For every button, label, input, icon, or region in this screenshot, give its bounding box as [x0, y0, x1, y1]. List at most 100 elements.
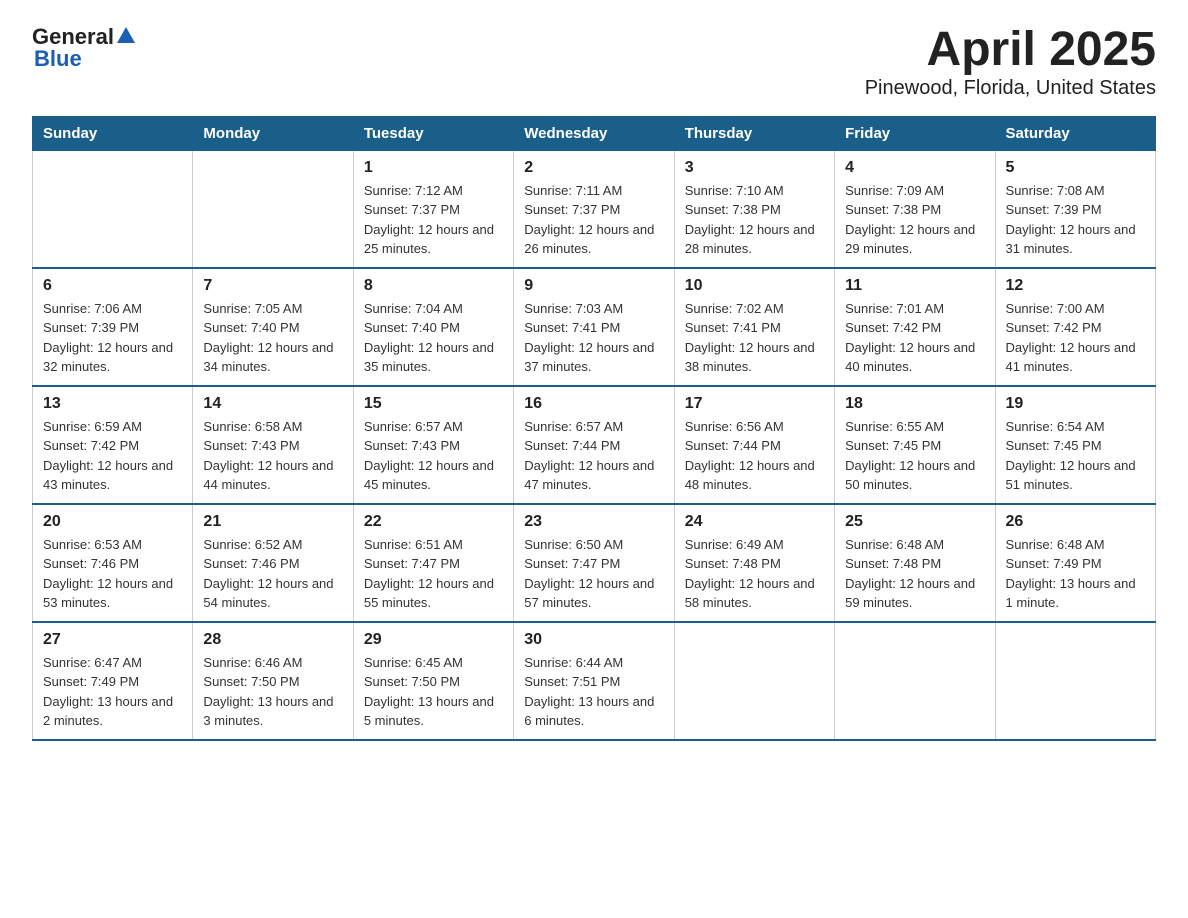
calendar-cell: 9 Sunrise: 7:03 AMSunset: 7:41 PMDaylight… — [514, 268, 674, 386]
page-header: General Blue April 2025 Pinewood, Florid… — [32, 24, 1156, 100]
calendar-cell — [193, 150, 353, 268]
day-number: 24 — [685, 513, 824, 531]
day-info: Sunrise: 6:54 AMSunset: 7:45 PMDaylight:… — [1006, 417, 1145, 495]
calendar-body: 1 Sunrise: 7:12 AMSunset: 7:37 PMDaylight… — [33, 150, 1156, 740]
day-number: 13 — [43, 395, 182, 413]
day-info: Sunrise: 6:52 AMSunset: 7:46 PMDaylight:… — [203, 535, 342, 613]
day-number: 6 — [43, 277, 182, 295]
day-info: Sunrise: 6:48 AMSunset: 7:49 PMDaylight:… — [1006, 535, 1145, 613]
day-info: Sunrise: 7:04 AMSunset: 7:40 PMDaylight:… — [364, 299, 503, 377]
calendar-subtitle: Pinewood, Florida, United States — [865, 77, 1156, 100]
calendar-cell: 11 Sunrise: 7:01 AMSunset: 7:42 PMDayligh… — [835, 268, 995, 386]
day-number: 3 — [685, 159, 824, 177]
day-info: Sunrise: 6:51 AMSunset: 7:47 PMDaylight:… — [364, 535, 503, 613]
day-info: Sunrise: 6:53 AMSunset: 7:46 PMDaylight:… — [43, 535, 182, 613]
day-info: Sunrise: 7:10 AMSunset: 7:38 PMDaylight:… — [685, 181, 824, 259]
calendar-week-2: 6 Sunrise: 7:06 AMSunset: 7:39 PMDaylight… — [33, 268, 1156, 386]
calendar-cell: 21 Sunrise: 6:52 AMSunset: 7:46 PMDayligh… — [193, 504, 353, 622]
day-info: Sunrise: 7:12 AMSunset: 7:37 PMDaylight:… — [364, 181, 503, 259]
calendar-cell: 7 Sunrise: 7:05 AMSunset: 7:40 PMDaylight… — [193, 268, 353, 386]
title-block: April 2025 Pinewood, Florida, United Sta… — [865, 24, 1156, 100]
calendar-week-5: 27 Sunrise: 6:47 AMSunset: 7:49 PMDayligh… — [33, 622, 1156, 740]
day-info: Sunrise: 6:49 AMSunset: 7:48 PMDaylight:… — [685, 535, 824, 613]
weekday-header-monday: Monday — [193, 116, 353, 150]
day-info: Sunrise: 6:57 AMSunset: 7:44 PMDaylight:… — [524, 417, 663, 495]
day-info: Sunrise: 7:08 AMSunset: 7:39 PMDaylight:… — [1006, 181, 1145, 259]
day-number: 10 — [685, 277, 824, 295]
day-number: 2 — [524, 159, 663, 177]
day-number: 19 — [1006, 395, 1145, 413]
day-info: Sunrise: 7:02 AMSunset: 7:41 PMDaylight:… — [685, 299, 824, 377]
weekday-header-thursday: Thursday — [674, 116, 834, 150]
calendar-cell: 4 Sunrise: 7:09 AMSunset: 7:38 PMDaylight… — [835, 150, 995, 268]
day-number: 22 — [364, 513, 503, 531]
day-number: 20 — [43, 513, 182, 531]
calendar-cell: 17 Sunrise: 6:56 AMSunset: 7:44 PMDayligh… — [674, 386, 834, 504]
day-info: Sunrise: 6:45 AMSunset: 7:50 PMDaylight:… — [364, 653, 503, 731]
calendar-cell: 3 Sunrise: 7:10 AMSunset: 7:38 PMDaylight… — [674, 150, 834, 268]
day-info: Sunrise: 7:09 AMSunset: 7:38 PMDaylight:… — [845, 181, 984, 259]
day-number: 9 — [524, 277, 663, 295]
calendar-cell: 26 Sunrise: 6:48 AMSunset: 7:49 PMDayligh… — [995, 504, 1155, 622]
calendar-cell: 14Sunrise: 6:58 AMSunset: 7:43 PMDayligh… — [193, 386, 353, 504]
calendar-cell: 2 Sunrise: 7:11 AMSunset: 7:37 PMDaylight… — [514, 150, 674, 268]
day-number: 28 — [203, 631, 342, 649]
day-info: Sunrise: 6:48 AMSunset: 7:48 PMDaylight:… — [845, 535, 984, 613]
day-info: Sunrise: 6:50 AMSunset: 7:47 PMDaylight:… — [524, 535, 663, 613]
calendar-week-3: 13Sunrise: 6:59 AMSunset: 7:42 PMDayligh… — [33, 386, 1156, 504]
calendar-cell: 16Sunrise: 6:57 AMSunset: 7:44 PMDayligh… — [514, 386, 674, 504]
calendar-week-1: 1 Sunrise: 7:12 AMSunset: 7:37 PMDaylight… — [33, 150, 1156, 268]
day-number: 11 — [845, 277, 984, 295]
day-number: 30 — [524, 631, 663, 649]
logo-triangle-icon — [117, 27, 135, 43]
weekday-header-wednesday: Wednesday — [514, 116, 674, 150]
calendar-header: SundayMondayTuesdayWednesdayThursdayFrid… — [33, 116, 1156, 150]
day-info: Sunrise: 6:56 AMSunset: 7:44 PMDaylight:… — [685, 417, 824, 495]
day-number: 29 — [364, 631, 503, 649]
day-number: 21 — [203, 513, 342, 531]
day-info: Sunrise: 6:44 AMSunset: 7:51 PMDaylight:… — [524, 653, 663, 731]
day-info: Sunrise: 7:11 AMSunset: 7:37 PMDaylight:… — [524, 181, 663, 259]
calendar-title: April 2025 — [865, 24, 1156, 77]
calendar-cell: 23 Sunrise: 6:50 AMSunset: 7:47 PMDayligh… — [514, 504, 674, 622]
day-info: Sunrise: 6:46 AMSunset: 7:50 PMDaylight:… — [203, 653, 342, 731]
day-number: 17 — [685, 395, 824, 413]
day-info: Sunrise: 6:57 AMSunset: 7:43 PMDaylight:… — [364, 417, 503, 495]
calendar-cell: 18Sunrise: 6:55 AMSunset: 7:45 PMDayligh… — [835, 386, 995, 504]
logo: General Blue — [32, 24, 135, 72]
day-info: Sunrise: 7:01 AMSunset: 7:42 PMDaylight:… — [845, 299, 984, 377]
calendar-cell: 22 Sunrise: 6:51 AMSunset: 7:47 PMDayligh… — [353, 504, 513, 622]
calendar-cell — [674, 622, 834, 740]
calendar-cell: 8 Sunrise: 7:04 AMSunset: 7:40 PMDaylight… — [353, 268, 513, 386]
calendar-cell: 5 Sunrise: 7:08 AMSunset: 7:39 PMDaylight… — [995, 150, 1155, 268]
day-number: 1 — [364, 159, 503, 177]
day-info: Sunrise: 7:05 AMSunset: 7:40 PMDaylight:… — [203, 299, 342, 377]
calendar-cell: 25 Sunrise: 6:48 AMSunset: 7:48 PMDayligh… — [835, 504, 995, 622]
day-info: Sunrise: 7:03 AMSunset: 7:41 PMDaylight:… — [524, 299, 663, 377]
day-info: Sunrise: 6:55 AMSunset: 7:45 PMDaylight:… — [845, 417, 984, 495]
calendar-cell: 24 Sunrise: 6:49 AMSunset: 7:48 PMDayligh… — [674, 504, 834, 622]
calendar-cell: 13Sunrise: 6:59 AMSunset: 7:42 PMDayligh… — [33, 386, 193, 504]
calendar-table: SundayMondayTuesdayWednesdayThursdayFrid… — [32, 116, 1156, 741]
day-number: 7 — [203, 277, 342, 295]
day-number: 27 — [43, 631, 182, 649]
calendar-cell: 10 Sunrise: 7:02 AMSunset: 7:41 PMDayligh… — [674, 268, 834, 386]
logo-blue-text: Blue — [32, 46, 82, 72]
calendar-cell — [33, 150, 193, 268]
day-number: 12 — [1006, 277, 1145, 295]
day-number: 25 — [845, 513, 984, 531]
day-number: 5 — [1006, 159, 1145, 177]
calendar-cell: 19 Sunrise: 6:54 AMSunset: 7:45 PMDayligh… — [995, 386, 1155, 504]
day-number: 15 — [364, 395, 503, 413]
day-info: Sunrise: 7:00 AMSunset: 7:42 PMDaylight:… — [1006, 299, 1145, 377]
day-info: Sunrise: 6:47 AMSunset: 7:49 PMDaylight:… — [43, 653, 182, 731]
weekday-header-tuesday: Tuesday — [353, 116, 513, 150]
calendar-cell: 1 Sunrise: 7:12 AMSunset: 7:37 PMDaylight… — [353, 150, 513, 268]
day-number: 23 — [524, 513, 663, 531]
day-number: 26 — [1006, 513, 1145, 531]
day-number: 8 — [364, 277, 503, 295]
calendar-cell: 12 Sunrise: 7:00 AMSunset: 7:42 PMDayligh… — [995, 268, 1155, 386]
calendar-week-4: 20 Sunrise: 6:53 AMSunset: 7:46 PMDayligh… — [33, 504, 1156, 622]
day-info: Sunrise: 7:06 AMSunset: 7:39 PMDaylight:… — [43, 299, 182, 377]
day-number: 4 — [845, 159, 984, 177]
